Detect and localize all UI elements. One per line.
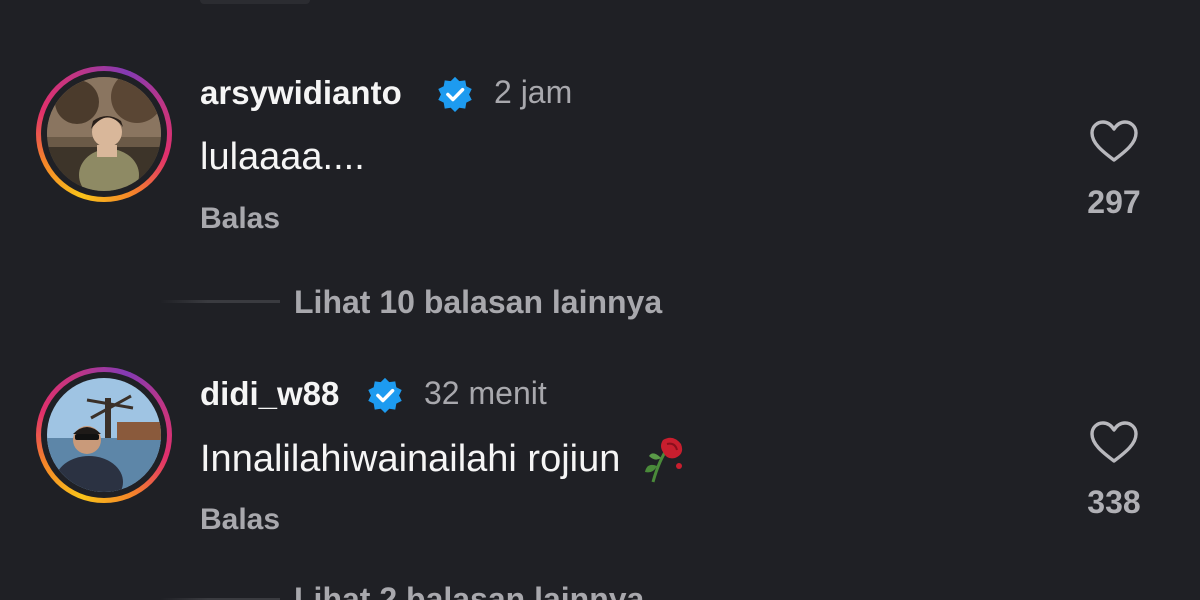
verified-badge-icon <box>368 377 402 414</box>
wilted-rose-icon <box>644 437 683 483</box>
view-more-replies-button[interactable]: Lihat 10 balasan lainnya <box>294 284 662 321</box>
avatar <box>47 77 161 191</box>
comment-text: Innalilahiwainailahi rojiun <box>200 436 685 486</box>
verified-badge-icon <box>438 76 472 113</box>
like-count: 297 <box>1087 184 1141 220</box>
reply-button[interactable]: Balas <box>200 202 280 236</box>
comment-username[interactable]: arsywidianto <box>200 74 402 112</box>
like-count: 338 <box>1087 484 1141 520</box>
avatar-story-ring[interactable] <box>36 66 172 202</box>
replies-divider <box>160 300 280 303</box>
previous-item-edge <box>200 0 310 4</box>
comment-username[interactable]: didi_w88 <box>200 375 339 413</box>
reply-button[interactable]: Balas <box>200 503 280 537</box>
avatar-story-ring[interactable] <box>36 367 172 503</box>
comment-text: lulaaaa.... <box>200 136 365 178</box>
avatar <box>47 378 161 492</box>
comment-time: 2 jam <box>494 74 573 110</box>
heart-icon[interactable] <box>1088 419 1140 465</box>
comment-time: 32 menit <box>424 375 547 411</box>
comment-text-content: Innalilahiwainailahi rojiun <box>200 438 621 481</box>
view-more-replies-button[interactable]: Lihat 2 balasan lainnya <box>294 581 644 600</box>
comments-screen: arsywidianto 2 jam lulaaaa.... Balas 297… <box>0 0 1200 600</box>
heart-icon[interactable] <box>1088 118 1140 164</box>
